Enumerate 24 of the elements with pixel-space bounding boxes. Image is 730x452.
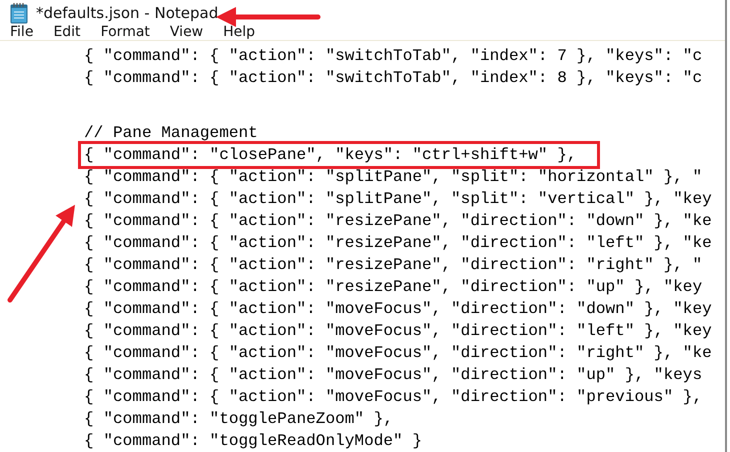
code-line: { "command": "togglePaneZoom" },: [84, 409, 394, 430]
code-line: { "command": { "action": "switchToTab", "index": 7 }, "keys": "c: [84, 46, 702, 67]
code-line: { "command": { "action": "moveFocus", "direction": "up" }, "keys: [84, 365, 702, 386]
code-line: { "command": "toggleReadOnlyMode" }: [84, 431, 422, 452]
code-line: { "command": { "action": "resizePane", "direction": "left" }, "ke: [84, 233, 712, 254]
menu-item[interactable]: Edit: [43, 24, 91, 40]
code-line: { "command": { "action": "moveFocus", "direction": "left" }, "key: [84, 321, 712, 342]
menu-item[interactable]: Help: [213, 24, 266, 40]
code-line: { "command": { "action": "moveFocus", "direction": "right" }, "ke: [84, 343, 712, 364]
window-title: *defaults.json - Notepad: [36, 4, 218, 22]
code-line: { "command": "closePane", "keys": "ctrl+shift+w" },: [84, 145, 577, 166]
code-line: { "command": { "action": "moveFocus", "direction": "previous" },: [84, 387, 702, 408]
menu-item[interactable]: View: [160, 24, 214, 40]
notepad-icon: [10, 2, 28, 24]
code-line: { "command": { "action": "resizePane", "direction": "down" }, "ke: [84, 211, 712, 232]
code-line: { "command": { "action": "resizePane", "direction": "up" }, "key: [84, 277, 702, 298]
menu-item[interactable]: Format: [90, 24, 160, 40]
code-line: { "command": { "action": "splitPane", "split": "vertical" }, "key: [84, 189, 712, 210]
code-line: { "command": { "action": "resizePane", "direction": "right" }, ": [84, 255, 702, 276]
code-line: { "command": { "action": "switchToTab", "index": 8 }, "keys": "c: [84, 68, 702, 89]
menu-item[interactable]: File: [0, 24, 44, 40]
code-line: { "command": { "action": "moveFocus", "direction": "down" }, "key: [84, 299, 712, 320]
code-line: // Pane Management: [84, 123, 258, 144]
code-line: { "command": { "action": "splitPane", "split": "horizontal" }, ": [84, 167, 702, 188]
